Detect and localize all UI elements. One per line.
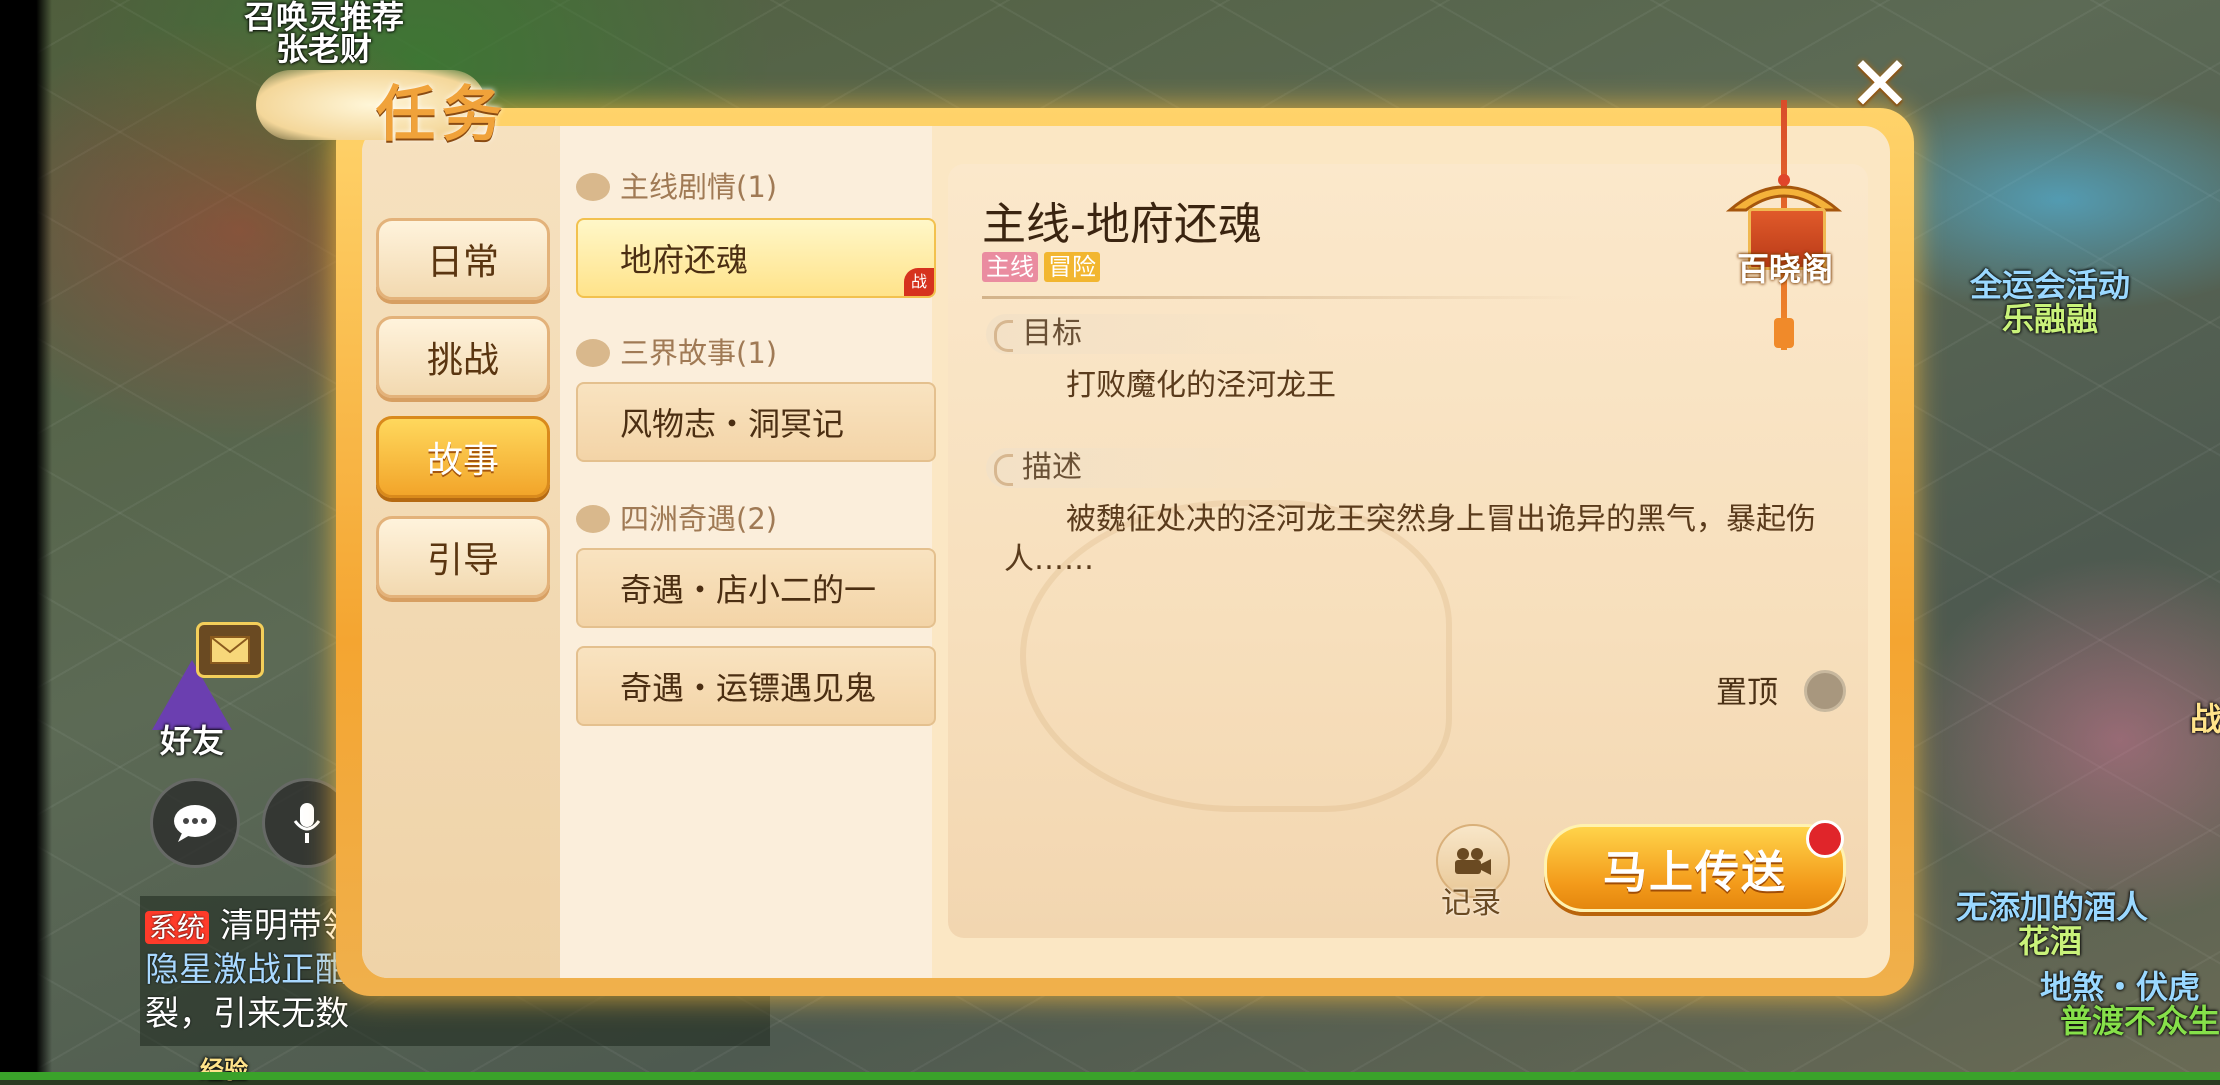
panel-title: 任务: [376, 80, 508, 150]
friends-label[interactable]: 好友: [160, 716, 224, 762]
pin-label: 置顶: [1716, 675, 1778, 711]
task-item-fengwuzhi[interactable]: 风物志・洞冥记: [576, 382, 936, 462]
description-header: 描述: [986, 448, 1322, 488]
notification-dot: [1806, 820, 1844, 858]
tab-guide[interactable]: 引导: [376, 516, 550, 598]
task-item-label: 风物志・洞冥记: [620, 405, 845, 443]
task-item-label: 地府还魂: [620, 241, 749, 279]
category-main-story: 主线剧情(1): [576, 164, 777, 206]
description-text-line-2: 人……: [1004, 542, 1094, 577]
system-tag: 系统: [145, 911, 210, 944]
description-text-line-1: 被魏征处决的泾河龙王突然身上冒出诡异的黑气，暴起伤: [1066, 502, 1816, 537]
npc-name-huajiu[interactable]: 花酒: [2018, 916, 2082, 962]
pin-toggle[interactable]: [1804, 670, 1846, 712]
tab-challenge[interactable]: 挑战: [376, 316, 550, 398]
task-item-label: 奇遇・运镖遇见鬼: [620, 669, 877, 707]
category-three-realms-label: 三界故事(1): [620, 336, 778, 370]
experience-bar: [0, 1072, 2220, 1080]
close-icon[interactable]: ✕: [1844, 46, 1916, 122]
pavilion-label[interactable]: 百晓阁: [1730, 244, 1840, 290]
battle-badge: 战: [904, 268, 934, 296]
tag-main-story: 主线: [982, 252, 1038, 282]
task-item-label: 奇遇・店小二的一: [620, 571, 877, 609]
task-detail-title: 主线-地府还魂: [982, 199, 1262, 250]
teleport-now-button[interactable]: 马上传送: [1544, 824, 1846, 912]
tag-adventure: 冒险: [1044, 252, 1100, 282]
npc-name-zhanglaocai[interactable]: 张老财: [276, 24, 372, 70]
screen-edge: [0, 0, 52, 1080]
category-main-story-label: 主线剧情(1): [620, 170, 778, 204]
category-icon: [576, 339, 610, 367]
task-item-yunbiao[interactable]: 奇遇・运镖遇见鬼: [576, 646, 936, 726]
category-four-continents: 四洲奇遇(2): [576, 496, 777, 538]
tab-story[interactable]: 故事: [376, 416, 550, 498]
task-item-dianxiaoer[interactable]: 奇遇・店小二的一: [576, 548, 936, 628]
category-four-continents-label: 四洲奇遇(2): [620, 502, 778, 536]
goal-text: 打败魔化的泾河龙王: [1066, 368, 1336, 403]
npc-name-lerongrong[interactable]: 乐融融: [2002, 294, 2098, 340]
task-item-difuhuanhun[interactable]: 地府还魂 战: [576, 218, 936, 298]
record-label[interactable]: 记录: [1436, 878, 1506, 922]
goal-header: 目标: [986, 314, 1322, 354]
tab-daily[interactable]: 日常: [376, 218, 550, 300]
pavilion-tassel: [1774, 318, 1794, 348]
npc-name-pudu[interactable]: 普渡不众生: [2060, 996, 2220, 1042]
title-divider: [982, 296, 1582, 299]
mail-icon[interactable]: [196, 622, 264, 678]
partial-label-right-edge: 战: [2190, 700, 2220, 738]
category-icon: [576, 505, 610, 533]
chat-bubble-icon[interactable]: [150, 778, 240, 868]
category-icon: [576, 173, 610, 201]
category-three-realms: 三界故事(1): [576, 330, 777, 372]
